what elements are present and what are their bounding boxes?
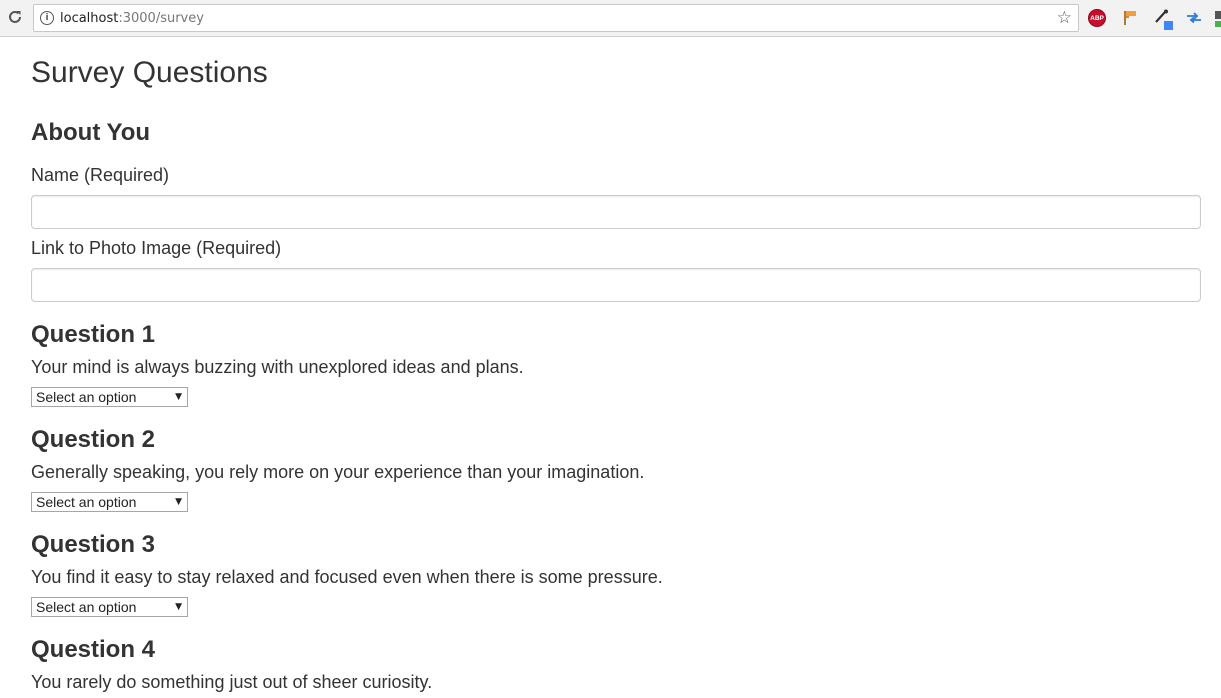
question-2-text: Generally speaking, you rely more on you… (31, 462, 645, 482)
url-path: :3000/survey (118, 11, 204, 26)
arrows-icon[interactable] (1185, 9, 1203, 27)
reload-icon[interactable] (5, 7, 25, 27)
photo-link-input[interactable] (31, 268, 1201, 302)
url-host: localhost (60, 11, 119, 26)
question-1-title: Question 1 (31, 321, 156, 348)
question-3-title: Question 3 (31, 531, 156, 558)
color-picker-icon[interactable] (1153, 8, 1175, 30)
address-bar[interactable]: i localhost:3000/survey ☆ (33, 4, 1079, 32)
partial-extension-icon[interactable] (1214, 9, 1221, 29)
about-you-heading: About You (31, 119, 151, 146)
chevron-down-icon: ▼ (175, 392, 182, 402)
browser-toolbar: i localhost:3000/survey ☆ ABP (0, 0, 1221, 37)
page-title: Survey Questions (31, 56, 268, 89)
question-2-title: Question 2 (31, 426, 156, 453)
question-4-title: Question 4 (31, 636, 156, 663)
question-2-select-value: Select an option (36, 494, 137, 510)
question-1-select-value: Select an option (36, 389, 137, 405)
flag-icon[interactable] (1121, 9, 1139, 27)
question-2-select[interactable]: Select an option ▼ (31, 492, 188, 512)
bookmark-star-icon[interactable]: ☆ (1057, 8, 1072, 28)
adblock-plus-icon[interactable]: ABP (1088, 9, 1106, 27)
info-icon[interactable]: i (40, 11, 54, 25)
abp-label: ABP (1090, 14, 1104, 22)
chevron-down-icon: ▼ (175, 602, 182, 612)
question-3-select-value: Select an option (36, 599, 137, 615)
question-1-text: Your mind is always buzzing with unexplo… (31, 357, 524, 377)
chevron-down-icon: ▼ (175, 497, 182, 507)
question-3-select[interactable]: Select an option ▼ (31, 597, 188, 617)
photo-link-label: Link to Photo Image (Required) (31, 238, 282, 258)
name-input[interactable] (31, 195, 1201, 229)
question-1-select[interactable]: Select an option ▼ (31, 387, 188, 407)
question-4-text: You rarely do something just out of shee… (31, 672, 433, 692)
url-text[interactable]: localhost:3000/survey (60, 11, 204, 26)
name-label: Name (Required) (31, 165, 170, 185)
question-3-text: You find it easy to stay relaxed and foc… (31, 567, 663, 587)
